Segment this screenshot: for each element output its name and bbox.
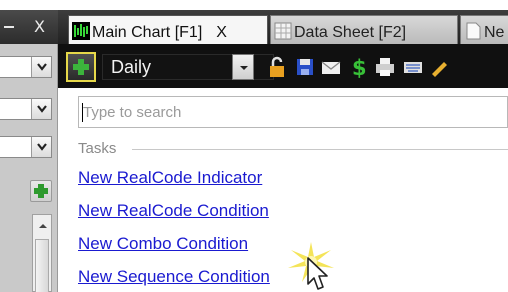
tab-main-chart-label: Main Chart <box>92 24 171 41</box>
tab-main-chart[interactable]: Main Chart [F1] X <box>68 15 268 45</box>
keyboard-icon[interactable] <box>402 56 424 78</box>
left-scrollbar[interactable] <box>32 214 52 292</box>
text-caret <box>82 103 83 122</box>
left-add-button[interactable] <box>30 180 52 202</box>
tab-news-label: Ne <box>484 24 505 41</box>
chevron-down-icon[interactable] <box>31 99 51 119</box>
chevron-down-icon[interactable] <box>31 57 51 77</box>
chevron-down-icon[interactable] <box>31 137 51 157</box>
mouse-pointer-icon <box>307 257 328 290</box>
task-new-sequence-condition[interactable]: New Sequence Condition <box>78 267 270 287</box>
lock-icon[interactable] <box>266 56 288 78</box>
svg-text:$: $ <box>352 56 367 78</box>
left-panel-titlebar: X <box>0 10 58 44</box>
tab-close-button[interactable]: X <box>216 24 227 41</box>
print-icon[interactable] <box>374 56 396 78</box>
spreadsheet-icon <box>274 22 292 40</box>
tab-data-sheet[interactable]: Data Sheet [F2] <box>270 15 458 45</box>
scrollbar-thumb[interactable] <box>35 239 49 292</box>
save-icon[interactable] <box>294 56 316 78</box>
left-panel-close-button[interactable]: X <box>34 17 45 36</box>
left-dropdown-1[interactable] <box>0 56 52 78</box>
task-new-combo-condition[interactable]: New Combo Condition <box>78 234 248 254</box>
scroll-up-icon[interactable] <box>38 223 48 229</box>
plus-icon <box>34 184 48 198</box>
search-input[interactable] <box>79 97 507 127</box>
document-icon <box>466 22 481 40</box>
tasks-divider <box>132 149 508 150</box>
tab-data-sheet-label: Data Sheet <box>294 24 375 41</box>
left-dropdown-2[interactable] <box>0 98 52 120</box>
tab-main-chart-shortcut: [F1] <box>174 24 203 41</box>
plus-icon <box>73 59 89 75</box>
left-dropdown-3[interactable] <box>0 136 52 158</box>
dollar-icon[interactable]: $ <box>348 56 370 78</box>
tab-bar: Main Chart [F1] X Data Sheet [F2] Ne <box>58 10 508 45</box>
chart-icon <box>72 22 90 40</box>
task-new-realcode-condition[interactable]: New RealCode Condition <box>78 201 269 221</box>
tasks-header: Tasks <box>78 140 117 157</box>
mail-icon[interactable] <box>320 56 342 78</box>
add-button[interactable] <box>66 52 96 82</box>
interval-dropdown-button[interactable] <box>232 54 254 80</box>
pencil-icon[interactable] <box>428 56 450 78</box>
toolbar: Daily $ <box>58 44 508 88</box>
tab-news[interactable]: Ne <box>460 15 508 45</box>
tab-data-sheet-shortcut: [F2] <box>378 24 407 41</box>
search-box[interactable] <box>78 96 508 128</box>
minimize-icon[interactable] <box>4 26 14 28</box>
task-new-realcode-indicator[interactable]: New RealCode Indicator <box>78 168 262 188</box>
chevron-down-icon <box>240 66 248 70</box>
